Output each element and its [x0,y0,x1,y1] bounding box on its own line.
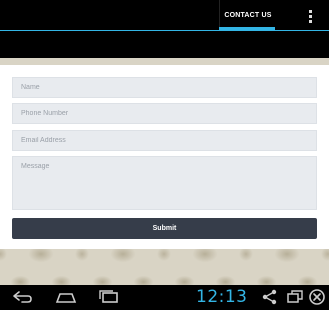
tab-contact-us-label: CONTACT US [224,12,272,19]
overflow-menu-icon[interactable] [300,5,320,27]
share-icon[interactable] [258,288,282,306]
home-icon[interactable] [54,288,78,306]
window-icon[interactable] [283,288,307,306]
name-field[interactable] [12,77,317,98]
close-icon[interactable] [305,288,329,306]
phone-field[interactable] [12,103,317,124]
message-field[interactable] [12,156,317,210]
overflow-dot [308,9,312,13]
overflow-dot [308,19,312,23]
system-navigation-bar: 12:13 [0,285,329,310]
back-icon[interactable] [10,288,34,306]
recent-apps-icon[interactable] [97,288,121,306]
submit-button[interactable]: Submit [12,218,317,239]
submit-button-label: Submit [152,225,177,232]
contact-form: Submit [0,65,329,249]
clock: 12:13 [196,287,248,307]
header-strip [0,31,329,58]
app-screen: CONTACT US Submit 12:13 [0,0,329,310]
email-field[interactable] [12,130,317,151]
action-bar: CONTACT US [0,0,329,31]
overflow-dot [308,14,312,18]
